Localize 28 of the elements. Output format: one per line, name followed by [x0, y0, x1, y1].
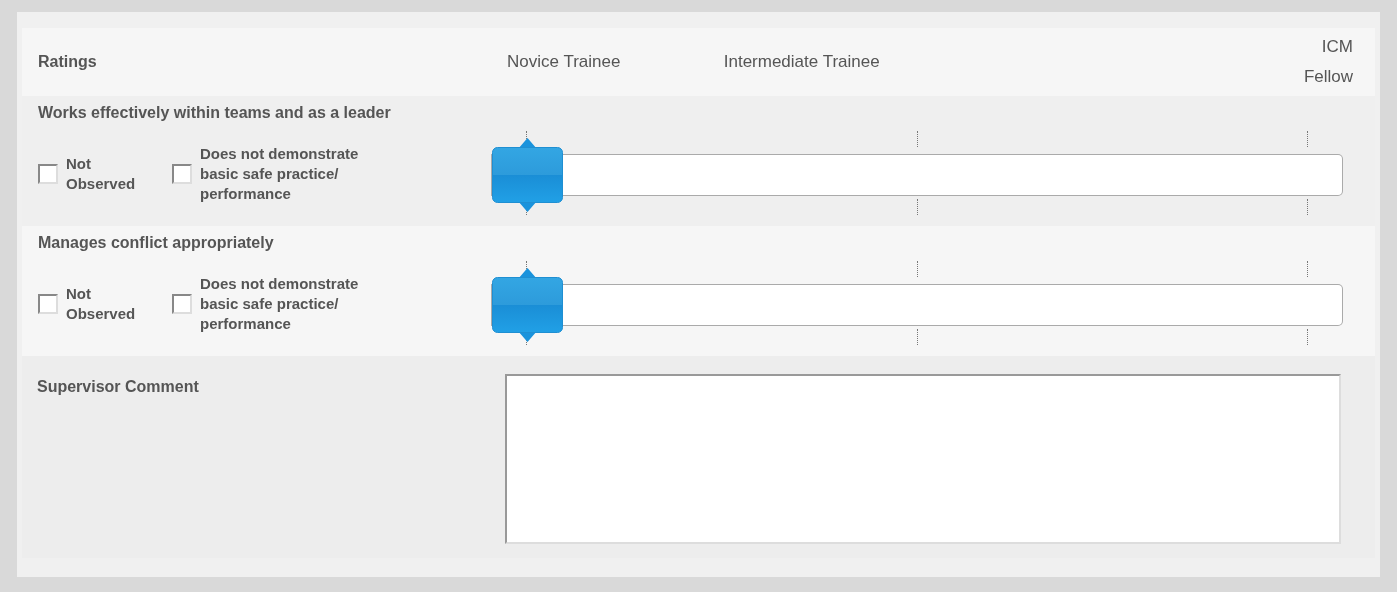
- checkbox[interactable]: [38, 164, 58, 184]
- checkbox-label: Does not demonstrate basic safe practice/ performance: [200, 144, 360, 204]
- tick-mark: [916, 261, 918, 277]
- tick-mark: [916, 131, 918, 147]
- competency-title: Works effectively within teams and as a leader: [38, 104, 392, 122]
- scale-label: ICM Fellow: [1302, 36, 1353, 88]
- tick-mark: [1307, 261, 1308, 277]
- checkbox-label: Not Observed: [66, 284, 137, 324]
- checkbox-label: Not Observed: [66, 154, 137, 194]
- comment-label: Supervisor Comment: [37, 378, 200, 397]
- tick-mark: [1307, 131, 1308, 147]
- slider-track[interactable]: [563, 284, 1343, 326]
- checkbox[interactable]: [172, 164, 192, 184]
- slider-thumb[interactable]: [492, 138, 563, 212]
- competency-title: Manages conflict appropriately: [38, 234, 275, 252]
- slider-thumb[interactable]: [492, 268, 563, 342]
- tick-mark: [916, 199, 918, 215]
- checkbox-label: Does not demonstrate basic safe practice/ performance: [200, 274, 360, 334]
- checkbox[interactable]: [172, 294, 192, 314]
- slider-track[interactable]: [563, 154, 1343, 196]
- comment-field[interactable]: [505, 374, 1341, 544]
- tick-mark: [1307, 199, 1308, 215]
- ratings-heading: Ratings: [38, 53, 98, 71]
- scale-label: Novice Trainee: [507, 52, 621, 72]
- tick-mark: [1307, 329, 1308, 345]
- scale-label: Intermediate Trainee: [723, 52, 880, 72]
- tick-mark: [916, 329, 918, 345]
- checkbox[interactable]: [38, 294, 58, 314]
